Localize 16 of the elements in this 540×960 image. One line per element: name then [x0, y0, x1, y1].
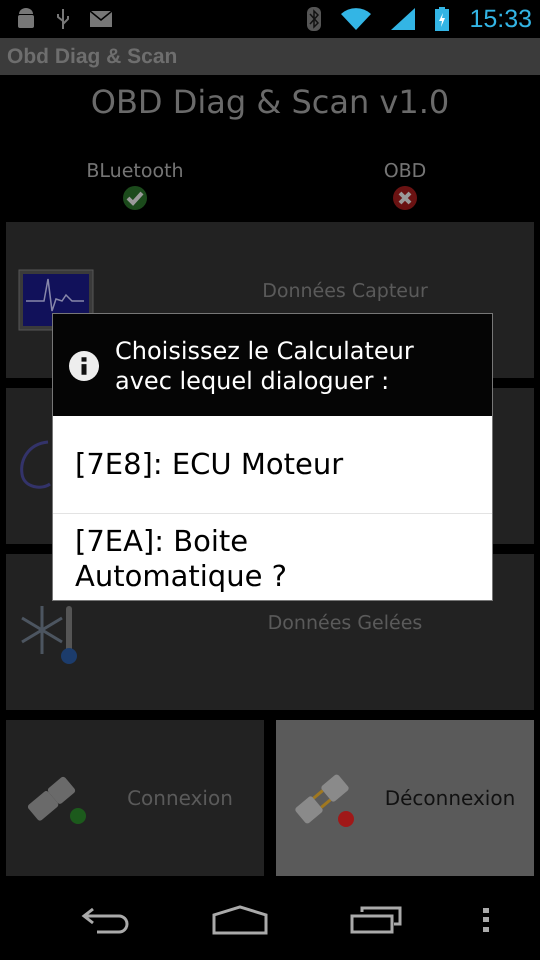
back-icon[interactable] — [80, 905, 131, 935]
mail-icon — [90, 11, 112, 27]
bluetooth-icon — [307, 7, 322, 31]
wifi-icon — [341, 8, 372, 30]
battery-icon — [435, 7, 450, 31]
indicator-label: OBD — [384, 160, 426, 182]
disconnect-button[interactable]: Déconnexion — [276, 720, 534, 876]
signal-icon — [391, 8, 416, 30]
menu-icon[interactable] — [483, 908, 490, 932]
android-icon — [16, 8, 36, 30]
usb-icon — [56, 7, 70, 31]
clock-time: 15:33 — [469, 4, 532, 34]
indicator-label: BLuetooth — [86, 160, 184, 182]
app-heading: OBD Diag & Scan v1.0 — [90, 83, 450, 121]
recents-icon[interactable] — [350, 906, 402, 934]
home-icon[interactable] — [212, 905, 268, 935]
